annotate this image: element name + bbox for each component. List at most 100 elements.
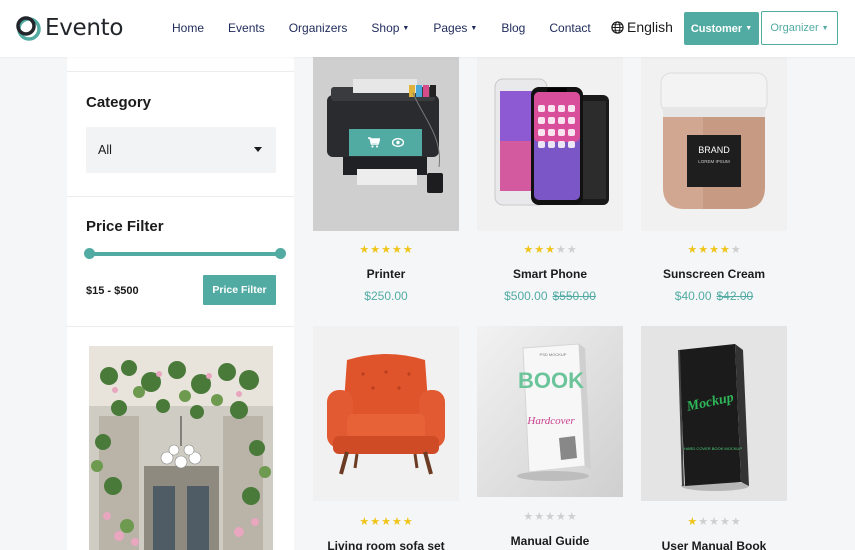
star-icon: ★ (687, 244, 698, 256)
product-card-sunscreen-cream[interactable]: BRAND LOREM IPSUM ★ ★ ★ ★ ★ Sunscreen Cream … (641, 57, 787, 307)
star-icon: ★ (709, 244, 719, 256)
price-range-text: $15 - $500 (86, 285, 139, 297)
price-filter-button[interactable]: Price Filter (203, 275, 276, 305)
star-icon: ★ (555, 511, 566, 523)
star-icon: ★ (402, 516, 413, 528)
product-image[interactable] (313, 57, 459, 231)
nav-organizers-label: Organizers (288, 21, 348, 35)
product-card-user-manual-book[interactable]: Mockup HARD COVER BOOK MOCKUP ★ ★ ★ ★ ★ User… (641, 326, 787, 550)
price-slider-min-handle[interactable] (84, 248, 95, 259)
rating-stars: ★ ★ ★ ★ ★ (313, 517, 459, 528)
star-icon: ★ (359, 516, 370, 528)
courtyard-flowers-image (89, 346, 273, 550)
product-name[interactable]: User Manual Book (641, 539, 787, 550)
category-select[interactable]: All (86, 127, 276, 173)
nav-contact[interactable]: Contact (549, 21, 590, 35)
product-name[interactable]: Manual Guide (477, 534, 623, 548)
main-nav: Home Events Organizers Shop ▼ Pages ▼ Blog… (172, 21, 615, 35)
product-card-manual-guide[interactable]: PSD MOCKUP BOOK Hardcover ★ ★ ★ ★ ★ Manual G… (477, 326, 623, 550)
current-price: $250.00 (364, 289, 408, 303)
language-selector[interactable]: English (611, 19, 673, 35)
nav-events-label: Events (228, 21, 265, 35)
star-icon: ★ (566, 244, 577, 256)
chevron-down-icon: ▼ (402, 24, 410, 32)
price-slider-max-handle[interactable] (275, 248, 286, 259)
product-card-printer[interactable]: ★ ★ ★ ★ ★ Printer $250.00 (313, 57, 459, 307)
old-price: $42.00 (716, 289, 754, 303)
product-image[interactable]: BRAND LOREM IPSUM (641, 57, 787, 231)
organizer-button[interactable]: Organizer ▼ (761, 11, 838, 45)
product-card-smart-phone[interactable]: ★ ★ ★ ★ ★ Smart Phone $500.00 $550.00 (477, 57, 623, 307)
book-image: PSD MOCKUP BOOK Hardcover (477, 326, 623, 497)
star-icon: ★ (555, 244, 566, 256)
star-icon: ★ (523, 511, 534, 523)
divider (67, 71, 294, 72)
star-icon: ★ (370, 516, 381, 528)
product-image[interactable] (313, 326, 459, 501)
product-image[interactable]: PSD MOCKUP BOOK Hardcover (477, 326, 623, 497)
divider (67, 326, 294, 327)
star-icon: ★ (545, 511, 555, 523)
nav-pages-label: Pages (433, 21, 468, 35)
armchair-image (327, 354, 445, 475)
jar-sub-label: LOREM IPSUM (698, 159, 730, 164)
chevron-down-icon: ▼ (745, 25, 753, 32)
customer-button-label: Customer (690, 22, 743, 35)
star-icon: ★ (370, 244, 381, 256)
current-price: $500.00 (504, 289, 548, 303)
star-icon: ★ (523, 244, 534, 256)
chevron-down-icon: ▼ (821, 24, 829, 32)
rating-stars: ★ ★ ★ ★ ★ (477, 512, 623, 523)
divider (67, 196, 294, 197)
product-name[interactable]: Printer (313, 267, 459, 281)
nav-shop-label: Shop (371, 21, 400, 35)
rating-stars: ★ ★ ★ ★ ★ (641, 517, 787, 528)
product-image[interactable] (477, 57, 623, 231)
star-icon: ★ (545, 244, 555, 256)
star-icon: ★ (391, 244, 402, 256)
rating-stars: ★ ★ ★ ★ ★ (641, 245, 787, 256)
nav-blog[interactable]: Blog (501, 21, 525, 35)
rating-stars: ★ ★ ★ ★ ★ (313, 245, 459, 256)
nav-home-label: Home (172, 21, 205, 35)
old-price: $550.00 (552, 289, 596, 303)
eye-icon[interactable] (391, 138, 404, 147)
customer-button[interactable]: Customer ▼ (684, 12, 759, 45)
nav-home[interactable]: Home (172, 21, 204, 35)
quick-actions-overlay (349, 129, 422, 156)
shop-sidebar: Category All Price Filter $15 - $500 Pri… (67, 57, 294, 550)
product-card-living-room-sofa-set[interactable]: ★ ★ ★ ★ ★ Living room sofa set (313, 326, 459, 550)
language-label: English (627, 19, 673, 35)
price-slider-track[interactable] (89, 252, 280, 256)
product-price: $40.00 $42.00 (641, 289, 787, 303)
nav-blog-label: Blog (501, 21, 526, 35)
globe-icon (611, 20, 624, 34)
product-name[interactable]: Living room sofa set (313, 539, 459, 550)
nav-organizers[interactable]: Organizers (289, 21, 348, 35)
sidebar-banner-image[interactable] (89, 346, 273, 550)
book-subtitle-text: Hardcover (526, 415, 575, 427)
star-icon: ★ (381, 516, 391, 528)
organizer-button-label: Organizer (770, 22, 819, 34)
book-badge-text: PSD MOCKUP (540, 352, 567, 357)
product-name[interactable]: Smart Phone (477, 267, 623, 281)
nav-pages[interactable]: Pages ▼ (433, 21, 477, 35)
star-icon: ★ (698, 516, 709, 528)
current-price: $40.00 (674, 289, 712, 303)
nav-shop[interactable]: Shop ▼ (371, 21, 409, 35)
manual-cover-caption: HARD COVER BOOK MOCKUP (684, 446, 742, 451)
brand-logo[interactable]: Evento (15, 13, 123, 43)
smartphone-image (494, 78, 609, 206)
product-name[interactable]: Sunscreen Cream (641, 267, 787, 281)
brand-name: Evento (45, 15, 124, 41)
category-select-value: All (98, 143, 112, 157)
caret-down-icon (254, 147, 262, 152)
cream-jar-image: BRAND LOREM IPSUM (660, 72, 768, 209)
cart-icon[interactable] (367, 137, 380, 148)
star-icon: ★ (730, 516, 741, 528)
jar-brand-label: BRAND (698, 145, 730, 155)
nav-contact-label: Contact (549, 21, 591, 35)
product-image[interactable]: Mockup HARD COVER BOOK MOCKUP (641, 326, 787, 501)
nav-events[interactable]: Events (228, 21, 265, 35)
product-price: $250.00 (313, 289, 459, 303)
